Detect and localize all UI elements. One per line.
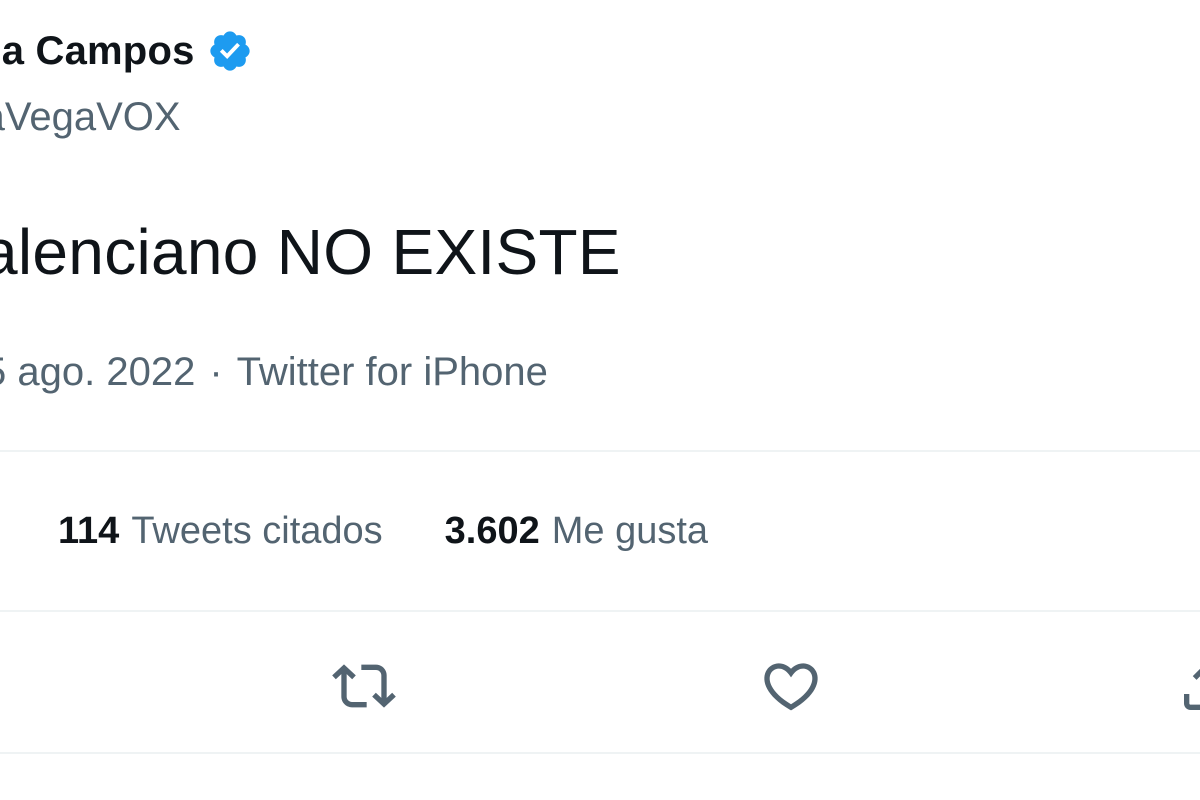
like-button[interactable]: [755, 650, 827, 722]
divider: [0, 610, 1200, 612]
heart-icon: [764, 663, 818, 711]
author-handle-text: aVegaVOX: [0, 95, 181, 139]
tweet-date[interactable]: 5 ago. 2022: [0, 350, 195, 394]
quote-tweets-count: 114: [58, 510, 120, 552]
quote-tweets-stat[interactable]: 114 Tweets citados: [58, 510, 383, 553]
tweet-meta: 5 ago. 2022 · Twitter for iPhone: [0, 350, 548, 395]
likes-stat[interactable]: 3.602 Me gusta: [445, 510, 708, 553]
retweet-button[interactable]: [328, 650, 400, 722]
likes-count: 3.602: [444, 510, 540, 552]
verified-badge-icon: [207, 28, 253, 74]
tweet-text: alenciano NO EXISTE: [0, 216, 621, 288]
tweet-stats: 114 Tweets citados 3.602 Me gusta: [58, 510, 770, 553]
author-handle[interactable]: @aVegaVOX: [0, 95, 181, 140]
author-display-name[interactable]: Vega Campos: [0, 29, 195, 74]
tweet-author[interactable]: Vega Campos: [0, 28, 253, 74]
share-button[interactable]: [1172, 650, 1200, 722]
share-icon: [1184, 668, 1200, 710]
meta-separator: ·: [209, 350, 223, 394]
tweet-source[interactable]: Twitter for iPhone: [237, 350, 548, 394]
retweet-icon: [332, 664, 396, 708]
divider: [0, 752, 1200, 754]
quote-tweets-label: Tweets citados: [131, 510, 383, 552]
divider: [0, 450, 1200, 452]
tweet-detail: Vega Campos @aVegaVOX alenciano NO EXIST…: [0, 0, 1200, 800]
likes-label: Me gusta: [551, 510, 709, 552]
